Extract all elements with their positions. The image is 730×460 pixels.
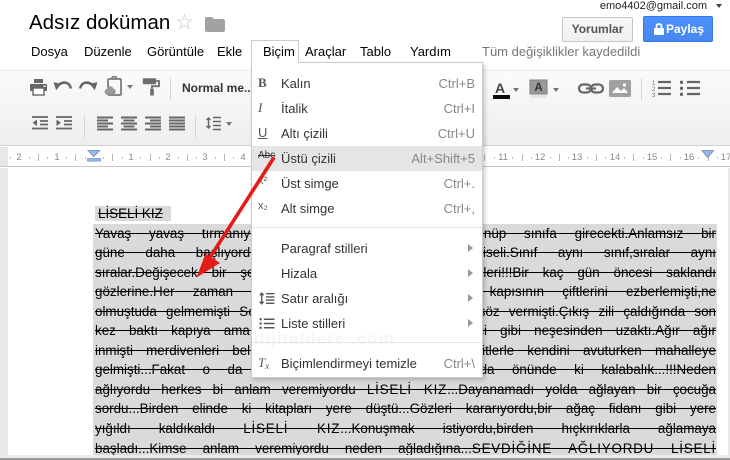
svg-text:3: 3 [652, 93, 656, 97]
svg-text:A: A [534, 82, 542, 94]
